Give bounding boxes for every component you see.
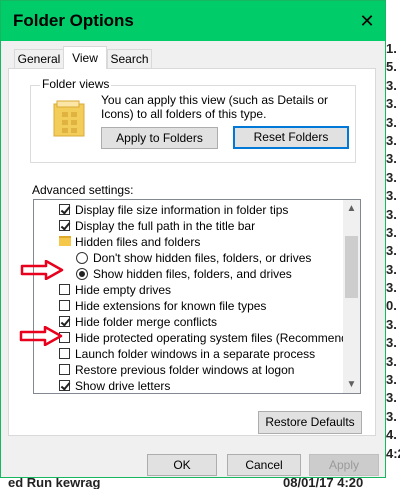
setting-label: Hide folder merge conflicts [75,315,218,329]
background-text-fragment: 3. [386,390,397,406]
background-text-fragment: 0. [386,298,397,314]
list-scrollbar[interactable]: ▲ ▼ [343,200,360,393]
setting-dont-show-hidden[interactable]: Don't show hidden files, folders, or dri… [34,250,344,266]
tab-view[interactable]: View [63,46,107,69]
background-text-fragment: 3. [386,224,397,240]
background-text-fragment: 4:2 [386,445,400,461]
background-text-fragment: 3. [386,372,397,388]
red-arrow-icon [19,326,63,346]
background-text-fragment: 4. [386,427,397,443]
ok-button[interactable]: OK [147,454,217,476]
setting-label: Hide protected operating system files (R… [75,331,361,345]
folder-views-label: Folder views [40,77,112,91]
setting-hide-extensions[interactable]: Hide extensions for known file types [34,298,344,314]
scroll-thumb[interactable] [345,236,358,298]
background-text-fragment: 3. [386,261,397,277]
background-text-fragment: 3. [386,206,397,222]
setting-hide-protected-os-files[interactable]: Hide protected operating system files (R… [34,330,360,346]
scroll-down-arrow-icon[interactable]: ▼ [343,376,360,393]
radio-button[interactable] [76,268,88,280]
setting-label: Display file size information in folder … [75,203,289,217]
apply-to-folders-button[interactable]: Apply to Folders [101,127,218,149]
setting-restore-previous-windows[interactable]: Restore previous folder windows at logon [34,362,344,378]
close-button[interactable]: ✕ [355,9,379,33]
setting-display-file-size[interactable]: Display file size information in folder … [34,202,344,218]
setting-show-drive-letters[interactable]: Show drive letters [34,378,344,393]
folder-views-description: You can apply this view (such as Details… [101,93,329,121]
radio-button[interactable] [76,252,88,264]
checkbox[interactable] [59,348,70,359]
background-text-fragment: 1. [386,41,397,56]
red-arrow-icon [20,260,64,280]
setting-display-full-path[interactable]: Display the full path in the title bar [34,218,344,234]
scroll-up-arrow-icon[interactable]: ▲ [343,200,360,217]
background-text-fragment: 3. [386,280,397,296]
folder-views-icon [53,100,85,137]
tab-general[interactable]: General [14,49,64,68]
checkbox[interactable] [59,300,70,311]
background-text-fragment: 3. [386,188,397,204]
advanced-settings-list[interactable]: Display file size information in folder … [33,199,361,394]
setting-label: Hide empty drives [75,283,172,297]
setting-show-hidden[interactable]: Show hidden files, folders, and drives [34,266,344,282]
background-text-fragment: 3. [386,335,397,351]
background-text-fragment: 3. [386,151,397,167]
tab-search[interactable]: Search [107,49,152,68]
setting-hide-empty-drives[interactable]: Hide empty drives [34,282,344,298]
background-text-fragment: 3. [386,77,397,93]
checkbox[interactable] [59,204,70,215]
folder-icon [59,236,71,246]
checkbox[interactable] [59,380,70,391]
background-text-fragment: 3. [386,169,397,185]
setting-label: Display the full path in the title bar [75,219,256,233]
setting-launch-separate-process[interactable]: Launch folder windows in a separate proc… [34,346,344,362]
background-text-fragment: 3. [386,243,397,259]
setting-label: Launch folder windows in a separate proc… [75,347,316,361]
setting-label: Hidden files and folders [75,235,201,249]
background-text-fragment: 3. [386,114,397,130]
setting-label: Show drive letters [75,379,171,393]
checkbox[interactable] [59,220,70,231]
checkbox[interactable] [59,284,70,295]
background-text-fragment: 5. [386,59,397,75]
apply-button[interactable]: Apply [309,454,379,476]
background-right-text: 1. 5. 3. 3. 3. 3. 3. 3. 3. 3. 3. 3. 3. 3. 0. 3. 3. 3. 3. 3.… [386,40,400,490]
setting-label: Restore previous folder windows at logon [75,363,295,377]
cancel-button[interactable]: Cancel [227,454,301,476]
dialog-title: Folder Options [13,11,134,30]
background-bottom-right: 08/01/17 4:20 [283,478,364,489]
background-bottom-text: ed Run kewrag 08/01/17 4:20 [0,478,400,489]
setting-hidden-files-folder: Hidden files and folders [34,234,344,250]
restore-defaults-button[interactable]: Restore Defaults [258,411,362,434]
checkbox[interactable] [59,364,70,375]
background-bottom-left: ed Run kewrag [8,478,101,489]
reset-folders-button[interactable]: Reset Folders [233,126,349,149]
background-text-fragment: 3. [386,132,397,148]
background-text-fragment: 3. [386,316,397,332]
title-bar[interactable]: Folder Options ✕ [1,1,385,41]
advanced-settings-label: Advanced settings: [32,183,134,197]
background-text-fragment: 3. [386,353,397,369]
background-text-fragment: 3. [386,408,397,424]
setting-label: Hide extensions for known file types [75,299,267,313]
setting-label: Show hidden files, folders, and drives [93,267,292,281]
background-text-fragment: 3. [386,96,397,112]
setting-label: Don't show hidden files, folders, or dri… [93,251,312,265]
setting-hide-merge-conflicts[interactable]: Hide folder merge conflicts [34,314,344,330]
